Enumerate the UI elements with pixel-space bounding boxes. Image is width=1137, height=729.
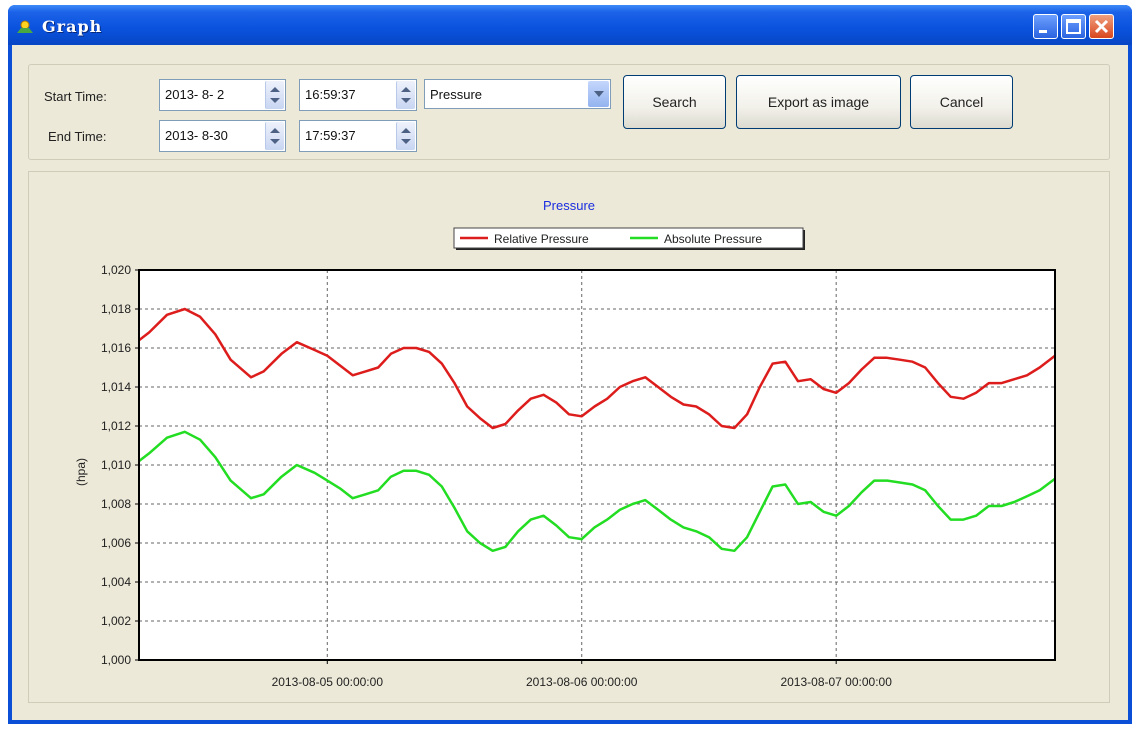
y-tick-label: 1,000 bbox=[101, 653, 131, 667]
spin-up-icon bbox=[401, 128, 411, 133]
chart-panel: 1,000 1,002 1,004 1,006 1,008 1,010 1,012 1,014… bbox=[28, 171, 1110, 703]
close-icon bbox=[1094, 19, 1109, 34]
start-time-value: 16:59:37 bbox=[305, 87, 356, 102]
cancel-button[interactable]: Cancel bbox=[910, 75, 1013, 129]
graph-type-value: Pressure bbox=[430, 87, 483, 102]
spin-down-icon bbox=[401, 139, 411, 144]
spin-up-icon bbox=[401, 87, 411, 92]
sun-icon bbox=[17, 20, 33, 33]
y-tick-label: 1,020 bbox=[101, 263, 131, 277]
start-time-label: Start Time: bbox=[44, 89, 107, 104]
y-tick-label: 1,008 bbox=[101, 497, 131, 511]
y-tick-label: 1,016 bbox=[101, 341, 131, 355]
export-image-button[interactable]: Export as image bbox=[736, 75, 901, 129]
legend-label: Absolute Pressure bbox=[664, 232, 762, 246]
end-time-value: 17:59:37 bbox=[305, 128, 356, 143]
spin-up-icon bbox=[270, 87, 280, 92]
x-tick-label: 2013-08-05 00:00:00 bbox=[272, 675, 384, 689]
y-tick-label: 1,010 bbox=[101, 458, 131, 472]
spin-up-icon bbox=[270, 128, 280, 133]
end-date-spinner[interactable] bbox=[265, 122, 284, 150]
chart-title: Pressure bbox=[543, 198, 595, 213]
end-time-label: End Time: bbox=[48, 129, 107, 144]
graph-window: Graph Start Time: End Time: 2013- 8- 2 1… bbox=[8, 5, 1132, 724]
pressure-chart: 1,000 1,002 1,004 1,006 1,008 1,010 1,012 1,014… bbox=[74, 198, 1056, 689]
y-tick-label: 1,006 bbox=[101, 536, 131, 550]
y-tick-label: 1,014 bbox=[101, 380, 131, 394]
y-tick-label: 1,002 bbox=[101, 614, 131, 628]
legend-label: Relative Pressure bbox=[494, 232, 589, 246]
spin-down-icon bbox=[401, 98, 411, 103]
end-time-picker[interactable]: 17:59:37 bbox=[299, 120, 417, 152]
query-panel: Start Time: End Time: 2013- 8- 2 16:59:3… bbox=[28, 64, 1110, 160]
x-tick-label: 2013-08-06 00:00:00 bbox=[526, 675, 638, 689]
search-button[interactable]: Search bbox=[623, 75, 726, 129]
spin-down-icon bbox=[270, 98, 280, 103]
window-client: Start Time: End Time: 2013- 8- 2 16:59:3… bbox=[12, 45, 1128, 720]
end-date-value: 2013- 8-30 bbox=[165, 128, 228, 143]
maximize-button[interactable] bbox=[1061, 14, 1086, 39]
chevron-down-icon[interactable] bbox=[588, 81, 609, 107]
start-date-value: 2013- 8- 2 bbox=[165, 87, 225, 102]
minimize-icon bbox=[1039, 30, 1047, 33]
y-tick-label: 1,018 bbox=[101, 302, 131, 316]
start-time-spinner[interactable] bbox=[396, 81, 415, 109]
y-axis-label: (hpa) bbox=[74, 458, 88, 486]
graph-type-select[interactable]: Pressure bbox=[424, 79, 611, 109]
end-date-picker[interactable]: 2013- 8-30 bbox=[159, 120, 286, 152]
y-tick-label: 1,012 bbox=[101, 419, 131, 433]
window-title: Graph bbox=[42, 17, 103, 36]
minimize-button[interactable] bbox=[1033, 14, 1058, 39]
x-tick-label: 2013-08-07 00:00:00 bbox=[780, 675, 892, 689]
spin-down-icon bbox=[270, 139, 280, 144]
title-bar[interactable]: Graph bbox=[8, 5, 1132, 45]
start-time-picker[interactable]: 16:59:37 bbox=[299, 79, 417, 111]
start-date-spinner[interactable] bbox=[265, 81, 284, 109]
end-time-spinner[interactable] bbox=[396, 122, 415, 150]
start-date-picker[interactable]: 2013- 8- 2 bbox=[159, 79, 286, 111]
maximize-icon bbox=[1066, 19, 1081, 34]
y-tick-label: 1,004 bbox=[101, 575, 131, 589]
close-button[interactable] bbox=[1089, 14, 1114, 39]
